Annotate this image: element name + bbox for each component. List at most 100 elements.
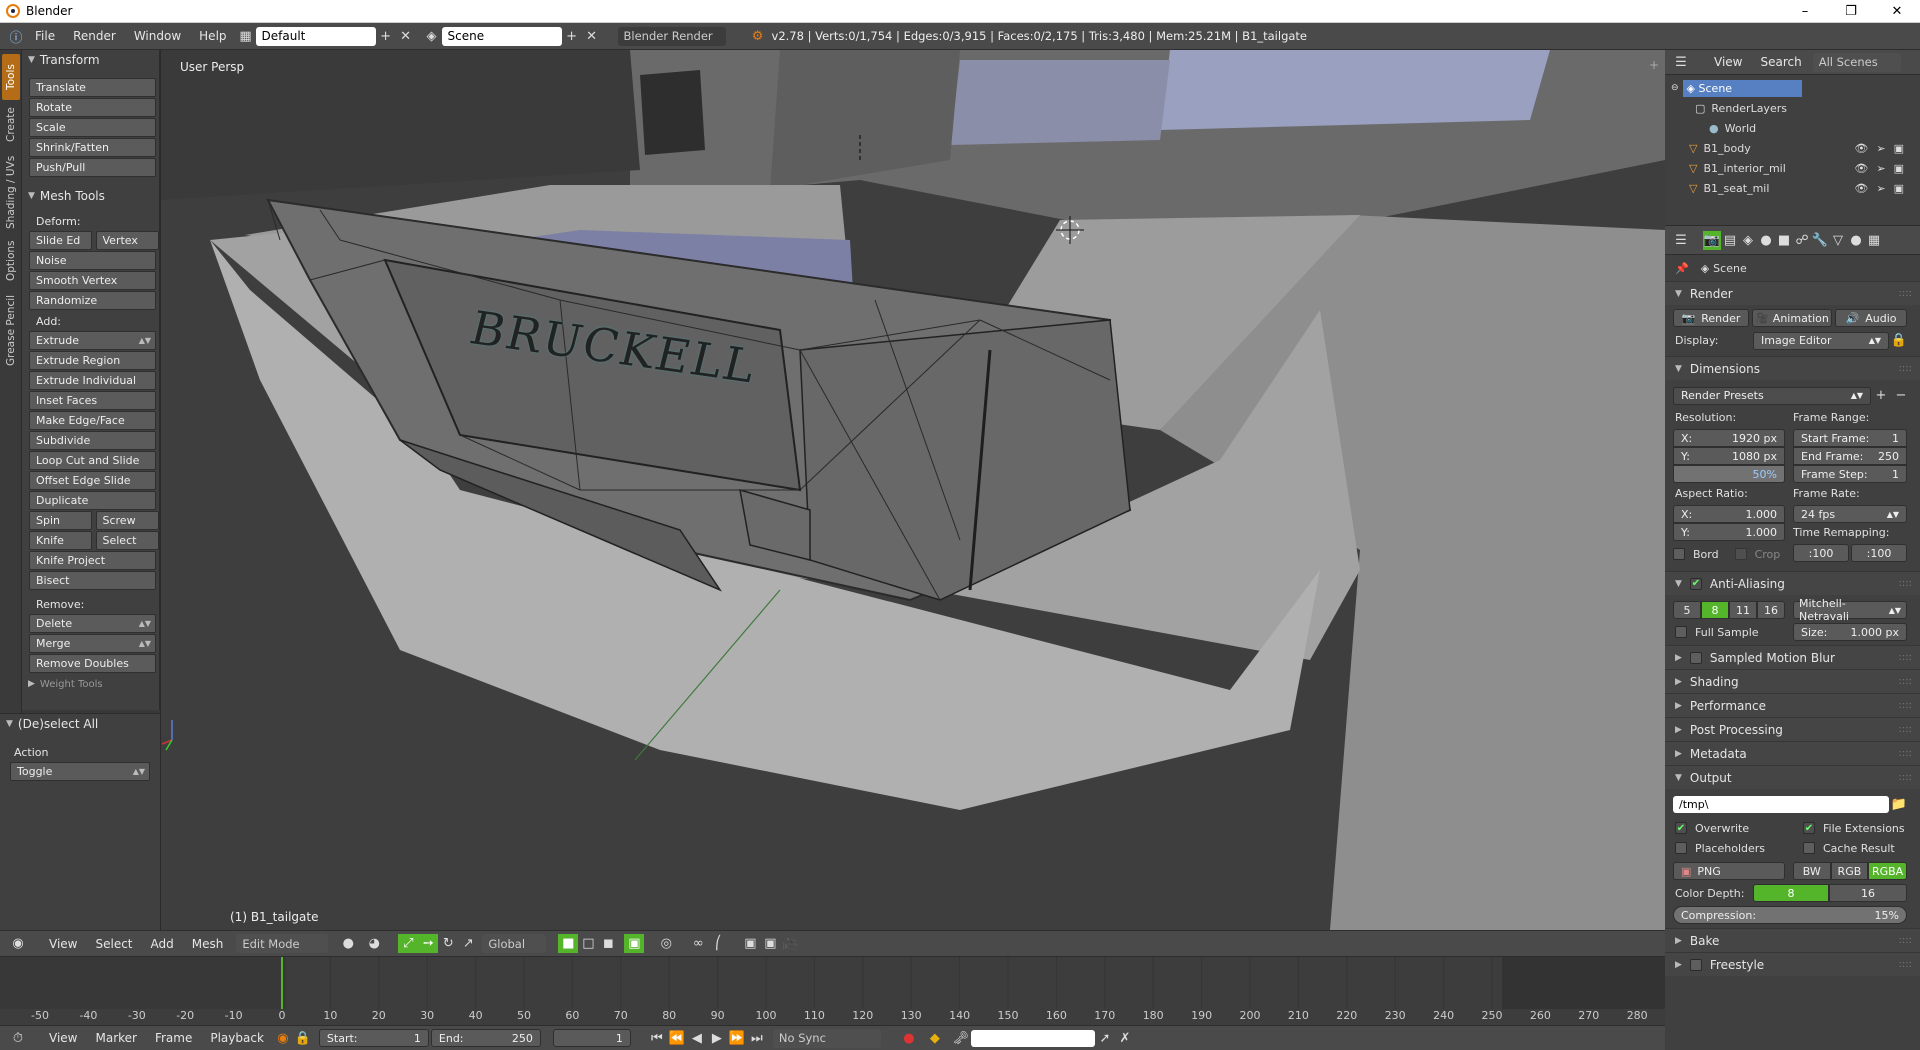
dimensions-panel-header[interactable]: ▼ Dimensions:::: xyxy=(1665,356,1920,380)
color-rgb-button[interactable]: RGB xyxy=(1830,862,1869,880)
keying-set-icon[interactable]: 🗝 xyxy=(951,1029,971,1048)
knife-project-button[interactable]: Knife Project xyxy=(29,551,156,570)
smooth-vertex-button[interactable]: Smooth Vertex xyxy=(29,271,156,290)
insert-keyframe-icon[interactable]: ➚ xyxy=(1095,1029,1115,1048)
animation-button[interactable]: 🎥 Animation xyxy=(1752,309,1832,327)
layout-field[interactable]: Default xyxy=(255,26,376,46)
resolution-y-field[interactable]: Y: 1080 px xyxy=(1673,447,1785,465)
delete-keyframe-icon[interactable]: ✗ xyxy=(1115,1029,1135,1048)
outliner-row-world[interactable]: ● World xyxy=(1665,118,1920,138)
file-browser-icon[interactable]: 📁 xyxy=(1889,795,1909,814)
3d-viewport[interactable]: BRUCKELL User Persp (1) B1_tailgate + xyxy=(160,50,1665,930)
remove-doubles-button[interactable]: Remove Doubles xyxy=(29,654,156,673)
maximize-button[interactable]: ❐ xyxy=(1828,0,1874,23)
post-processing-panel-header[interactable]: ▶ Post Processing:::: xyxy=(1665,717,1920,741)
auto-keying-icon[interactable]: ● xyxy=(899,1029,919,1048)
outliner-row-b1-interior[interactable]: ▽ B1_interior_mil 👁➢▣ xyxy=(1665,158,1920,178)
close-button[interactable]: ✕ xyxy=(1874,0,1920,23)
info-editor-icon[interactable]: ⓘ xyxy=(6,27,26,46)
compression-slider[interactable]: Compression: 15% xyxy=(1673,906,1907,924)
jump-keyframe-back-icon[interactable]: ⏪ xyxy=(667,1029,687,1048)
scale-button[interactable]: Scale xyxy=(29,118,156,137)
menu-file[interactable]: File xyxy=(26,29,64,43)
visibility-icons[interactable]: 👁➢▣ xyxy=(1854,182,1912,195)
audio-button[interactable]: 🔊 Audio xyxy=(1835,309,1907,327)
world-context-icon[interactable]: ● xyxy=(1757,231,1775,250)
start-frame-prop-field[interactable]: Start Frame: 1 xyxy=(1793,429,1907,447)
layout-remove-icon[interactable]: ✕ xyxy=(396,27,416,46)
jump-end-icon[interactable]: ⏭ xyxy=(747,1029,767,1048)
border-checkbox[interactable] xyxy=(1673,548,1685,560)
placeholders-checkbox[interactable] xyxy=(1675,842,1687,854)
properties-editor-type-icon[interactable]: ☰ xyxy=(1671,231,1691,250)
tab-grease-pencil[interactable]: Grease Pencil xyxy=(2,288,20,372)
bisect-button[interactable]: Bisect xyxy=(29,571,156,590)
mode-select[interactable]: Edit Mode xyxy=(236,934,329,953)
lock-range-icon[interactable]: 🔒 xyxy=(293,1029,313,1048)
outliner-menu-view[interactable]: View xyxy=(1705,55,1751,69)
merge-button[interactable]: Merge ▲▼ xyxy=(29,634,156,653)
pin-icon[interactable]: 📌 xyxy=(1675,262,1689,275)
freestyle-checkbox[interactable] xyxy=(1689,958,1702,971)
outliner-row-renderlayers[interactable]: ▢ RenderLayers xyxy=(1665,98,1920,118)
outliner-display-select[interactable]: All Scenes xyxy=(1812,52,1901,72)
transform-orientation-select[interactable]: Global xyxy=(482,934,547,953)
outliner-row-b1-seat[interactable]: ▽ B1_seat_mil 👁➢▣ xyxy=(1665,178,1920,198)
anti-aliasing-checkbox[interactable]: ✔ xyxy=(1689,577,1702,590)
timeline-playhead[interactable] xyxy=(281,957,283,1009)
menu-window[interactable]: Window xyxy=(125,29,190,43)
outliner-editor-type-icon[interactable]: ☰ xyxy=(1671,53,1691,72)
bake-panel-header[interactable]: ▶ Bake:::: xyxy=(1665,928,1920,952)
menu-render[interactable]: Render xyxy=(64,29,125,43)
action-select[interactable]: Toggle ▲▼ xyxy=(10,762,150,781)
timeline[interactable]: -50 -40 -30 -20 -10 0 10 20 30 40 50 60 70 80 90 100 110… xyxy=(0,956,1665,1028)
mesh-tools-panel-header[interactable]: ▼ Mesh Tools xyxy=(22,186,159,206)
frame-rate-select[interactable]: 24 fps ▲▼ xyxy=(1793,505,1907,523)
jump-start-icon[interactable]: ⏮ xyxy=(647,1029,667,1048)
snap-icon[interactable]: ∞ xyxy=(688,934,708,953)
viewport-add-region-icon[interactable]: + xyxy=(1649,58,1659,72)
preview-range-icon[interactable]: ◉ xyxy=(273,1029,293,1048)
scene-context-icon[interactable]: ◈ xyxy=(1739,231,1757,250)
duplicate-button[interactable]: Duplicate xyxy=(29,491,156,510)
shrink-fatten-button[interactable]: Shrink/Fatten xyxy=(29,138,156,157)
aa-sample-11[interactable]: 11 xyxy=(1729,601,1757,619)
current-frame-field[interactable]: 1 xyxy=(552,1029,631,1047)
menu-help[interactable]: Help xyxy=(190,29,235,43)
tl-menu-frame[interactable]: Frame xyxy=(146,1031,201,1045)
push-pull-button[interactable]: Push/Pull xyxy=(29,158,156,177)
resolution-x-field[interactable]: X: 1920 px xyxy=(1673,429,1785,447)
tl-menu-marker[interactable]: Marker xyxy=(86,1031,145,1045)
tl-menu-view[interactable]: View xyxy=(40,1031,86,1045)
render-button[interactable]: 📷 Render xyxy=(1673,309,1749,327)
minimize-button[interactable]: – xyxy=(1782,0,1828,23)
preset-add-icon[interactable]: + xyxy=(1871,386,1891,405)
color-depth-16-button[interactable]: 16 xyxy=(1829,884,1907,902)
weight-tools-panel-header[interactable]: ▶ Weight Tools xyxy=(22,674,159,694)
screw-button[interactable]: Screw xyxy=(95,511,159,530)
color-depth-8-button[interactable]: 8 xyxy=(1753,884,1829,902)
operator-panel-header[interactable]: ▼ (De)select All xyxy=(0,714,160,734)
aa-size-field[interactable]: Size: 1.000 px xyxy=(1793,623,1907,641)
outliner-row-b1-body[interactable]: ▽ B1_body 👁➢▣ xyxy=(1665,138,1920,158)
proportional-edit-icon[interactable]: ◎ xyxy=(656,934,676,953)
anti-aliasing-panel-header[interactable]: ▼ ✔ Anti-Aliasing:::: xyxy=(1665,571,1920,595)
inset-faces-button[interactable]: Inset Faces xyxy=(29,391,156,410)
menu-select[interactable]: Select xyxy=(86,937,141,951)
resolution-percentage-slider[interactable]: 50% xyxy=(1673,465,1785,483)
opengl-anim-icon[interactable]: 🎥 xyxy=(780,934,800,953)
tab-tools[interactable]: Tools xyxy=(2,54,20,100)
frame-step-field[interactable]: Frame Step: 1 xyxy=(1793,465,1907,483)
translate-manipulator-icon[interactable]: ➙ xyxy=(418,934,439,953)
remap-new-field[interactable]: :100 xyxy=(1851,544,1907,562)
tab-create[interactable]: Create xyxy=(2,102,20,148)
preset-remove-icon[interactable]: − xyxy=(1891,386,1911,405)
sampled-motion-blur-panel-header[interactable]: ▶ Sampled Motion Blur:::: xyxy=(1665,645,1920,669)
rotate-button[interactable]: Rotate xyxy=(29,98,156,117)
render-snapshot-icon[interactable]: ▣ xyxy=(740,934,760,953)
file-extensions-checkbox[interactable]: ✔ xyxy=(1803,822,1815,834)
output-path-input[interactable]: /tmp\ xyxy=(1673,796,1889,813)
loop-cut-slide-button[interactable]: Loop Cut and Slide xyxy=(29,451,156,470)
offset-edge-slide-button[interactable]: Offset Edge Slide xyxy=(29,471,156,490)
freestyle-panel-header[interactable]: ▶ Freestyle:::: xyxy=(1665,952,1920,976)
